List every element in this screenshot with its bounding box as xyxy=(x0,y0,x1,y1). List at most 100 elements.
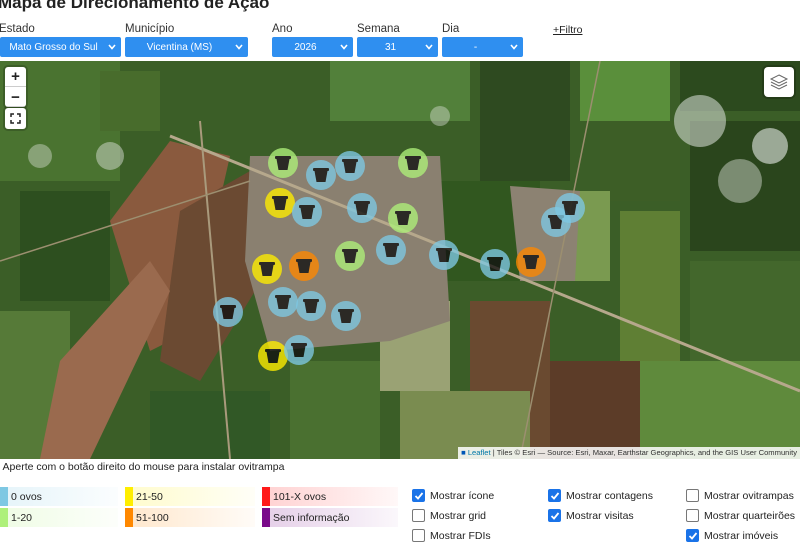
legend-label: 51-100 xyxy=(136,511,169,524)
option-label: Mostrar grid xyxy=(430,509,487,522)
semana-select[interactable]: 31 xyxy=(357,37,438,57)
ovitrap-pot-icon xyxy=(275,295,291,309)
option-mostrar-contagens[interactable]: Mostrar contagens xyxy=(548,489,653,502)
ovitrap-pot-icon xyxy=(405,156,421,170)
chevron-down-icon xyxy=(340,44,348,50)
leaflet-link[interactable]: Leaflet xyxy=(468,448,491,457)
add-filter-link[interactable]: +Filtro xyxy=(553,24,582,36)
legend-swatch xyxy=(262,487,270,506)
ovitrap-pot-icon xyxy=(436,248,452,262)
ovitrap-marker[interactable] xyxy=(252,254,282,284)
estado-select-value: Mato Grosso do Sul xyxy=(9,41,98,53)
ovitrap-marker[interactable] xyxy=(335,151,365,181)
legend-item: 51-100 xyxy=(125,508,255,527)
ovitrap-pot-icon xyxy=(275,156,291,170)
zoom-out-button[interactable]: − xyxy=(5,87,26,107)
ovitrap-marker[interactable] xyxy=(331,301,361,331)
chevron-down-icon xyxy=(510,44,518,50)
estado-label: Estado xyxy=(0,23,35,35)
option-mostrar-grid[interactable]: Mostrar grid xyxy=(412,509,486,522)
legend-swatch xyxy=(262,508,270,527)
ovitrap-marker[interactable] xyxy=(480,249,510,279)
ovitrap-pot-icon xyxy=(299,205,315,219)
chevron-down-icon xyxy=(235,44,243,50)
legend-swatch xyxy=(0,508,8,527)
municipio-select[interactable]: Vicentina (MS) xyxy=(125,37,248,57)
ovitrap-marker[interactable] xyxy=(398,148,428,178)
municipio-label: Município xyxy=(125,23,175,35)
legend-item: 0 ovos xyxy=(0,487,118,506)
ovitrap-marker[interactable] xyxy=(429,240,459,270)
legend-swatch xyxy=(0,487,8,506)
ovitrap-pot-icon xyxy=(342,159,358,173)
option-mostrar-ovitrampas[interactable]: Mostrar ovitrampas xyxy=(686,489,794,502)
ukraine-flag-icon: ■ xyxy=(461,448,466,457)
ovitrap-pot-icon xyxy=(395,211,411,225)
dia-label: Dia xyxy=(442,23,460,35)
ovitrap-marker[interactable] xyxy=(296,291,326,321)
ovitrap-pot-icon xyxy=(313,168,329,182)
semana-label: Semana xyxy=(357,23,400,35)
ovitrap-marker[interactable] xyxy=(284,335,314,365)
ano-select[interactable]: 2026 xyxy=(272,37,353,57)
satellite-map[interactable]: + − ■ Leaflet | Tiles © Esri — Source: E… xyxy=(0,61,800,459)
ovitrap-pot-icon xyxy=(562,201,578,215)
ovitrap-pot-icon xyxy=(354,201,370,215)
ano-label: Ano xyxy=(272,23,293,35)
ovitrap-marker[interactable] xyxy=(388,203,418,233)
option-mostrar-visitas[interactable]: Mostrar visitas xyxy=(548,509,634,522)
check-icon xyxy=(550,491,559,500)
legend-swatch xyxy=(125,508,133,527)
legend-item: 21-50 xyxy=(125,487,255,506)
dia-select[interactable]: - xyxy=(442,37,523,57)
chevron-down-icon xyxy=(425,44,433,50)
municipio-select-value: Vicentina (MS) xyxy=(146,41,213,53)
ovitrap-pot-icon xyxy=(259,262,275,276)
checkbox[interactable] xyxy=(548,509,561,522)
ovitrap-marker[interactable] xyxy=(516,247,546,277)
ovitrap-marker[interactable] xyxy=(289,251,319,281)
ovitrap-pot-icon xyxy=(265,349,281,363)
zoom-in-button[interactable]: + xyxy=(5,67,26,87)
option-label: Mostrar ovitrampas xyxy=(704,489,794,502)
chevron-down-icon xyxy=(108,44,116,50)
legend-label: 0 ovos xyxy=(11,490,42,503)
option-mostrar-cone[interactable]: Mostrar ícone xyxy=(412,489,494,502)
ovitrap-marker[interactable] xyxy=(268,148,298,178)
ovitrap-marker[interactable] xyxy=(335,241,365,271)
ovitrap-marker[interactable] xyxy=(347,193,377,223)
checkbox[interactable] xyxy=(412,509,425,522)
ovitrap-pot-icon xyxy=(220,305,236,319)
ovitrap-pot-icon xyxy=(338,309,354,323)
option-label: Mostrar quarteirões xyxy=(704,509,796,522)
layers-icon xyxy=(769,74,789,90)
ovitrap-marker[interactable] xyxy=(268,287,298,317)
ovitrap-pot-icon xyxy=(303,299,319,313)
layers-button[interactable] xyxy=(764,67,794,97)
ovitrap-pot-icon xyxy=(487,257,503,271)
ovitrap-pot-icon xyxy=(272,196,288,210)
ovitrap-pot-icon xyxy=(523,255,539,269)
legend-item: 1-20 xyxy=(0,508,118,527)
fullscreen-button[interactable] xyxy=(5,108,26,129)
option-label: Mostrar contagens xyxy=(566,489,653,502)
page-title: Mapa de Direcionamento de Ação xyxy=(0,0,270,12)
estado-select[interactable]: Mato Grosso do Sul xyxy=(0,37,121,57)
ovitrap-pot-icon xyxy=(291,343,307,357)
legend-swatch xyxy=(125,487,133,506)
ovitrap-marker[interactable] xyxy=(555,193,585,223)
checkbox[interactable] xyxy=(686,509,699,522)
option-mostrar-quarteir-es[interactable]: Mostrar quarteirões xyxy=(686,509,795,522)
checkbox[interactable] xyxy=(412,489,425,502)
checkbox[interactable] xyxy=(548,489,561,502)
legend-label: 21-50 xyxy=(136,490,163,503)
attribution-text: | Tiles © Esri — Source: Esri, Maxar, Ea… xyxy=(492,448,797,457)
checkbox[interactable] xyxy=(686,489,699,502)
ovitrap-marker[interactable] xyxy=(306,160,336,190)
ovitrap-marker[interactable] xyxy=(376,235,406,265)
check-icon xyxy=(550,511,559,520)
ovitrap-marker[interactable] xyxy=(213,297,243,327)
ovitrap-marker[interactable] xyxy=(292,197,322,227)
ovitrap-marker[interactable] xyxy=(265,188,295,218)
install-hint: ° Aperte com o botão direito do mouse pa… xyxy=(0,461,285,473)
